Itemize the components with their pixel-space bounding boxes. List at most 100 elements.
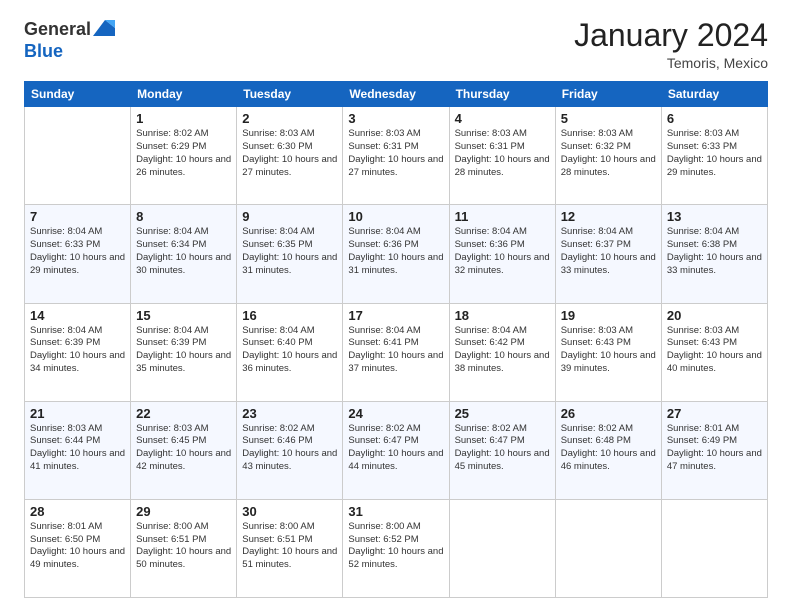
day-number: 22 [136, 406, 231, 421]
day-info: Sunrise: 8:04 AMSunset: 6:40 PMDaylight:… [242, 325, 337, 376]
calendar-cell: 15Sunrise: 8:04 AMSunset: 6:39 PMDayligh… [131, 303, 237, 401]
day-info: Sunrise: 8:03 AMSunset: 6:45 PMDaylight:… [136, 423, 231, 474]
calendar-cell: 20Sunrise: 8:03 AMSunset: 6:43 PMDayligh… [661, 303, 767, 401]
title-block: January 2024 Temoris, Mexico [574, 18, 768, 71]
day-number: 30 [242, 504, 337, 519]
calendar-week-3: 14 Sunrise: 8:04 AMSunset: 6:39 PMDayligh… [25, 303, 768, 401]
day-info: Sunrise: 8:04 AMSunset: 6:36 PMDaylight:… [348, 226, 443, 277]
day-info: Sunrise: 8:03 AMSunset: 6:32 PMDaylight:… [561, 128, 656, 179]
day-number: 28 [30, 504, 125, 519]
day-number: 26 [561, 406, 656, 421]
day-header-tuesday: Tuesday [237, 82, 343, 107]
day-info: Sunrise: 8:00 AMSunset: 6:51 PMDaylight:… [136, 521, 231, 572]
calendar-cell: 17 Sunrise: 8:04 AMSunset: 6:41 PMDayligh… [343, 303, 449, 401]
day-header-sunday: Sunday [25, 82, 131, 107]
day-info: Sunrise: 8:04 AMSunset: 6:36 PMDaylight:… [455, 226, 550, 277]
day-info: Sunrise: 8:04 AMSunset: 6:41 PMDaylight:… [348, 325, 443, 376]
day-number: 27 [667, 406, 762, 421]
day-info: Sunrise: 8:03 AMSunset: 6:30 PMDaylight:… [242, 128, 337, 179]
calendar-cell: 24Sunrise: 8:02 AMSunset: 6:47 PMDayligh… [343, 401, 449, 499]
day-info: Sunrise: 8:02 AMSunset: 6:46 PMDaylight:… [242, 423, 337, 474]
calendar-cell: 18 Sunrise: 8:04 AMSunset: 6:42 PMDayligh… [449, 303, 555, 401]
day-number: 7 [30, 209, 125, 224]
logo-general: General [24, 19, 91, 39]
day-info: Sunrise: 8:01 AMSunset: 6:49 PMDaylight:… [667, 423, 762, 474]
calendar-cell: 30Sunrise: 8:00 AMSunset: 6:51 PMDayligh… [237, 499, 343, 597]
calendar-cell: 4 Sunrise: 8:03 AMSunset: 6:31 PMDaylight… [449, 107, 555, 205]
calendar-header-row: SundayMondayTuesdayWednesdayThursdayFrid… [25, 82, 768, 107]
day-number: 9 [242, 209, 337, 224]
calendar-cell: 22 Sunrise: 8:03 AMSunset: 6:45 PMDayligh… [131, 401, 237, 499]
calendar-cell: 29Sunrise: 8:00 AMSunset: 6:51 PMDayligh… [131, 499, 237, 597]
calendar-cell [449, 499, 555, 597]
day-info: Sunrise: 8:03 AMSunset: 6:43 PMDaylight:… [667, 325, 762, 376]
day-number: 18 [455, 308, 550, 323]
day-number: 6 [667, 111, 762, 126]
day-number: 24 [348, 406, 443, 421]
day-number: 31 [348, 504, 443, 519]
header: General Blue January 2024 Temoris, Mexic… [24, 18, 768, 71]
day-header-thursday: Thursday [449, 82, 555, 107]
calendar-cell: 16 Sunrise: 8:04 AMSunset: 6:40 PMDayligh… [237, 303, 343, 401]
day-info: Sunrise: 8:00 AMSunset: 6:52 PMDaylight:… [348, 521, 443, 572]
day-number: 23 [242, 406, 337, 421]
logo-blue: Blue [24, 41, 63, 61]
day-number: 2 [242, 111, 337, 126]
calendar-week-2: 7 Sunrise: 8:04 AMSunset: 6:33 PMDaylight… [25, 205, 768, 303]
day-header-monday: Monday [131, 82, 237, 107]
logo: General Blue [24, 18, 115, 62]
day-info: Sunrise: 8:03 AMSunset: 6:33 PMDaylight:… [667, 128, 762, 179]
calendar-week-1: 1Sunrise: 8:02 AMSunset: 6:29 PMDaylight… [25, 107, 768, 205]
calendar-cell: 2 Sunrise: 8:03 AMSunset: 6:30 PMDaylight… [237, 107, 343, 205]
day-number: 19 [561, 308, 656, 323]
day-number: 14 [30, 308, 125, 323]
calendar-cell: 25Sunrise: 8:02 AMSunset: 6:47 PMDayligh… [449, 401, 555, 499]
calendar-cell: 21Sunrise: 8:03 AMSunset: 6:44 PMDayligh… [25, 401, 131, 499]
calendar-cell: 19 Sunrise: 8:03 AMSunset: 6:43 PMDayligh… [555, 303, 661, 401]
calendar-page: General Blue January 2024 Temoris, Mexic… [0, 0, 792, 612]
calendar-cell: 1Sunrise: 8:02 AMSunset: 6:29 PMDaylight… [131, 107, 237, 205]
day-number: 13 [667, 209, 762, 224]
day-info: Sunrise: 8:04 AMSunset: 6:33 PMDaylight:… [30, 226, 125, 277]
day-number: 1 [136, 111, 231, 126]
month-year: January 2024 [574, 18, 768, 53]
day-info: Sunrise: 8:02 AMSunset: 6:47 PMDaylight:… [455, 423, 550, 474]
day-info: Sunrise: 8:04 AMSunset: 6:37 PMDaylight:… [561, 226, 656, 277]
calendar-cell: 7 Sunrise: 8:04 AMSunset: 6:33 PMDaylight… [25, 205, 131, 303]
calendar-week-4: 21Sunrise: 8:03 AMSunset: 6:44 PMDayligh… [25, 401, 768, 499]
calendar-cell: 6 Sunrise: 8:03 AMSunset: 6:33 PMDaylight… [661, 107, 767, 205]
day-number: 4 [455, 111, 550, 126]
calendar-cell [661, 499, 767, 597]
day-info: Sunrise: 8:03 AMSunset: 6:31 PMDaylight:… [455, 128, 550, 179]
calendar-cell: 31 Sunrise: 8:00 AMSunset: 6:52 PMDayligh… [343, 499, 449, 597]
day-header-saturday: Saturday [661, 82, 767, 107]
day-header-wednesday: Wednesday [343, 82, 449, 107]
calendar-cell [25, 107, 131, 205]
logo-icon [93, 18, 115, 40]
calendar-cell: 14 Sunrise: 8:04 AMSunset: 6:39 PMDayligh… [25, 303, 131, 401]
day-number: 11 [455, 209, 550, 224]
day-info: Sunrise: 8:03 AMSunset: 6:44 PMDaylight:… [30, 423, 125, 474]
calendar-cell: 11 Sunrise: 8:04 AMSunset: 6:36 PMDayligh… [449, 205, 555, 303]
logo-blue-text: Blue [24, 42, 115, 62]
day-info: Sunrise: 8:04 AMSunset: 6:42 PMDaylight:… [455, 325, 550, 376]
calendar-cell: 23 Sunrise: 8:02 AMSunset: 6:46 PMDayligh… [237, 401, 343, 499]
calendar-cell: 27 Sunrise: 8:01 AMSunset: 6:49 PMDayligh… [661, 401, 767, 499]
day-info: Sunrise: 8:04 AMSunset: 6:39 PMDaylight:… [30, 325, 125, 376]
day-info: Sunrise: 8:02 AMSunset: 6:48 PMDaylight:… [561, 423, 656, 474]
calendar-cell: 8 Sunrise: 8:04 AMSunset: 6:34 PMDaylight… [131, 205, 237, 303]
calendar-cell: 5Sunrise: 8:03 AMSunset: 6:32 PMDaylight… [555, 107, 661, 205]
day-info: Sunrise: 8:04 AMSunset: 6:35 PMDaylight:… [242, 226, 337, 277]
calendar-week-5: 28 Sunrise: 8:01 AMSunset: 6:50 PMDayligh… [25, 499, 768, 597]
location: Temoris, Mexico [574, 55, 768, 71]
day-number: 17 [348, 308, 443, 323]
day-number: 8 [136, 209, 231, 224]
day-info: Sunrise: 8:03 AMSunset: 6:43 PMDaylight:… [561, 325, 656, 376]
calendar-table: SundayMondayTuesdayWednesdayThursdayFrid… [24, 81, 768, 598]
day-number: 16 [242, 308, 337, 323]
day-header-friday: Friday [555, 82, 661, 107]
day-number: 15 [136, 308, 231, 323]
day-info: Sunrise: 8:01 AMSunset: 6:50 PMDaylight:… [30, 521, 125, 572]
day-info: Sunrise: 8:04 AMSunset: 6:34 PMDaylight:… [136, 226, 231, 277]
calendar-cell [555, 499, 661, 597]
